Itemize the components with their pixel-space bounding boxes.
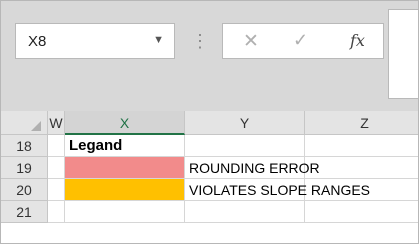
column-header-z[interactable]: Z xyxy=(305,111,418,135)
cancel-x-icon[interactable]: ✕ xyxy=(243,30,259,53)
cell-z21[interactable] xyxy=(305,201,418,223)
cell-y21[interactable] xyxy=(185,201,305,223)
name-box[interactable]: X8 ▼ xyxy=(15,23,175,59)
formula-input[interactable] xyxy=(388,9,418,99)
column-header-x[interactable]: X xyxy=(65,111,185,135)
cell-w21[interactable] xyxy=(48,201,65,223)
name-box-value: X8 xyxy=(28,33,47,50)
column-header-y[interactable]: Y xyxy=(185,111,305,135)
column-header-w[interactable]: W xyxy=(48,111,65,135)
cell-x18[interactable]: Legand xyxy=(65,135,185,157)
row-header-19[interactable]: 19 xyxy=(1,157,48,179)
cell-w19[interactable] xyxy=(48,157,65,179)
cell-x19-red-swatch[interactable] xyxy=(65,157,185,179)
splitter-dots-icon[interactable]: ⋮ xyxy=(190,23,210,59)
row-header-21[interactable]: 21 xyxy=(1,201,48,223)
cell-z19[interactable] xyxy=(305,157,418,179)
formula-buttons: ✕ ✓ fx xyxy=(222,23,384,59)
cell-z20[interactable] xyxy=(305,179,418,201)
formula-bar-area: X8 ▼ ⋮ ✕ ✓ fx xyxy=(1,1,418,111)
cell-y20[interactable]: VIOLATES SLOPE RANGES xyxy=(185,179,370,201)
cell-x20-yellow-swatch[interactable] xyxy=(65,179,185,201)
cell-y19[interactable]: ROUNDING ERROR xyxy=(185,157,320,179)
cell-w18[interactable] xyxy=(48,135,65,157)
row-header-18[interactable]: 18 xyxy=(1,135,48,157)
cell-z18[interactable] xyxy=(305,135,418,157)
cell-x21[interactable] xyxy=(65,201,185,223)
cell-y18[interactable] xyxy=(185,135,305,157)
checkmark-icon[interactable]: ✓ xyxy=(293,30,308,51)
row-header-20[interactable]: 20 xyxy=(1,179,48,201)
chevron-down-icon[interactable]: ▼ xyxy=(153,34,164,46)
cell-w20[interactable] xyxy=(48,179,65,201)
insert-function-button[interactable]: fx xyxy=(350,31,365,50)
spreadsheet-window: X8 ▼ ⋮ ✕ ✓ fx W X Y Z 18 Legand 19 ROUND… xyxy=(0,0,419,244)
select-all-corner[interactable] xyxy=(1,111,48,135)
